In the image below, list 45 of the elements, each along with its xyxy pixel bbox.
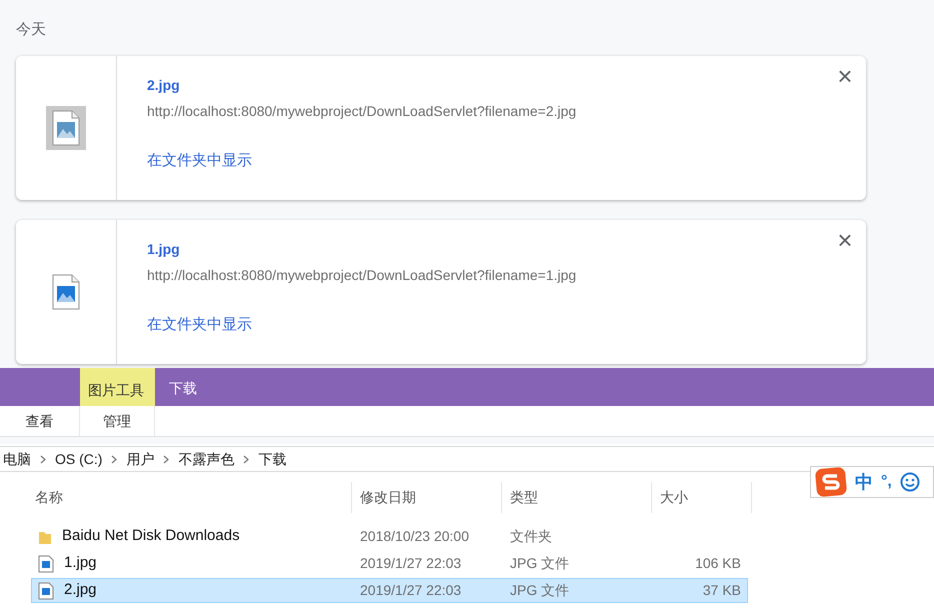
close-button[interactable]: × <box>834 226 856 254</box>
breadcrumb-item[interactable]: 用户 <box>123 448 158 470</box>
breadcrumb-item[interactable]: 下载 <box>255 448 290 470</box>
show-in-folder-link[interactable]: 在文件夹中显示 <box>147 316 252 334</box>
column-header[interactable]: 类型 <box>502 482 652 513</box>
column-header[interactable]: 名称 <box>33 482 352 513</box>
chevron-icon <box>40 454 46 464</box>
image-file-icon <box>38 554 54 572</box>
chevron-icon <box>163 454 170 464</box>
file-name: Baidu Net Disk Downloads <box>62 526 240 546</box>
size-cell-text: 37 KB <box>702 581 741 600</box>
ime-punctuation[interactable]: °, <box>881 470 892 494</box>
type-cell-text: JPG 文件 <box>509 581 570 600</box>
size-cell-text: 106 KB <box>694 554 741 573</box>
file-name: 1.jpg <box>64 553 97 574</box>
column-header[interactable]: 修改日期 <box>352 482 502 513</box>
ribbon-tab[interactable]: 管理 <box>80 406 155 436</box>
breadcrumb-item[interactable]: 电脑 <box>0 448 34 470</box>
ribbon-tab[interactable]: 查看 <box>0 406 80 436</box>
date-cell-text: 2018/10/23 20:00 <box>359 527 470 546</box>
file-name-link[interactable]: 1.jpg <box>147 240 180 258</box>
file-name-link[interactable]: 2.jpg <box>147 76 180 94</box>
file-name: 2.jpg <box>64 580 97 600</box>
download-url: http://localhost:8080/mywebproject/DownLoadServlet?filename=1.jpg <box>147 266 576 284</box>
file-row[interactable]: 1.jpg 2019/1/27 22:03 JPG 文件 106 KB <box>31 551 748 576</box>
close-button[interactable]: × <box>834 62 856 90</box>
window-title: 下载 <box>168 379 197 398</box>
address-bar[interactable]: 电脑 OS (C:) 用户 不露声色 下载 <box>0 446 934 472</box>
chevron-icon <box>243 454 250 464</box>
download-url: http://localhost:8080/mywebproject/DownLoadServlet?filename=2.jpg <box>147 102 576 120</box>
breadcrumb-item[interactable]: 不露声色 <box>175 448 238 470</box>
context-tab[interactable]: 图片工具 <box>80 368 155 406</box>
show-in-folder-link[interactable]: 在文件夹中显示 <box>147 152 252 170</box>
breadcrumb-item[interactable]: OS (C:) <box>52 448 106 470</box>
type-cell-text: 文件夹 <box>509 527 553 546</box>
date-cell-text: 2019/1/27 22:03 <box>359 554 462 573</box>
image-file-icon <box>38 582 54 600</box>
smiley-icon[interactable] <box>900 472 920 492</box>
date-cell-text: 2019/1/27 22:03 <box>359 581 462 600</box>
chevron-icon <box>111 454 118 464</box>
column-header[interactable]: 大小 <box>652 482 752 513</box>
type-cell-text: JPG 文件 <box>509 554 570 573</box>
section-title: 今天 <box>16 20 46 40</box>
file-row[interactable]: 2.jpg 2019/1/27 22:03 JPG 文件 37 KB <box>31 578 748 603</box>
file-row[interactable]: Baidu Net Disk Downloads 2018/10/23 20:00 文件夹 <box>31 524 748 549</box>
